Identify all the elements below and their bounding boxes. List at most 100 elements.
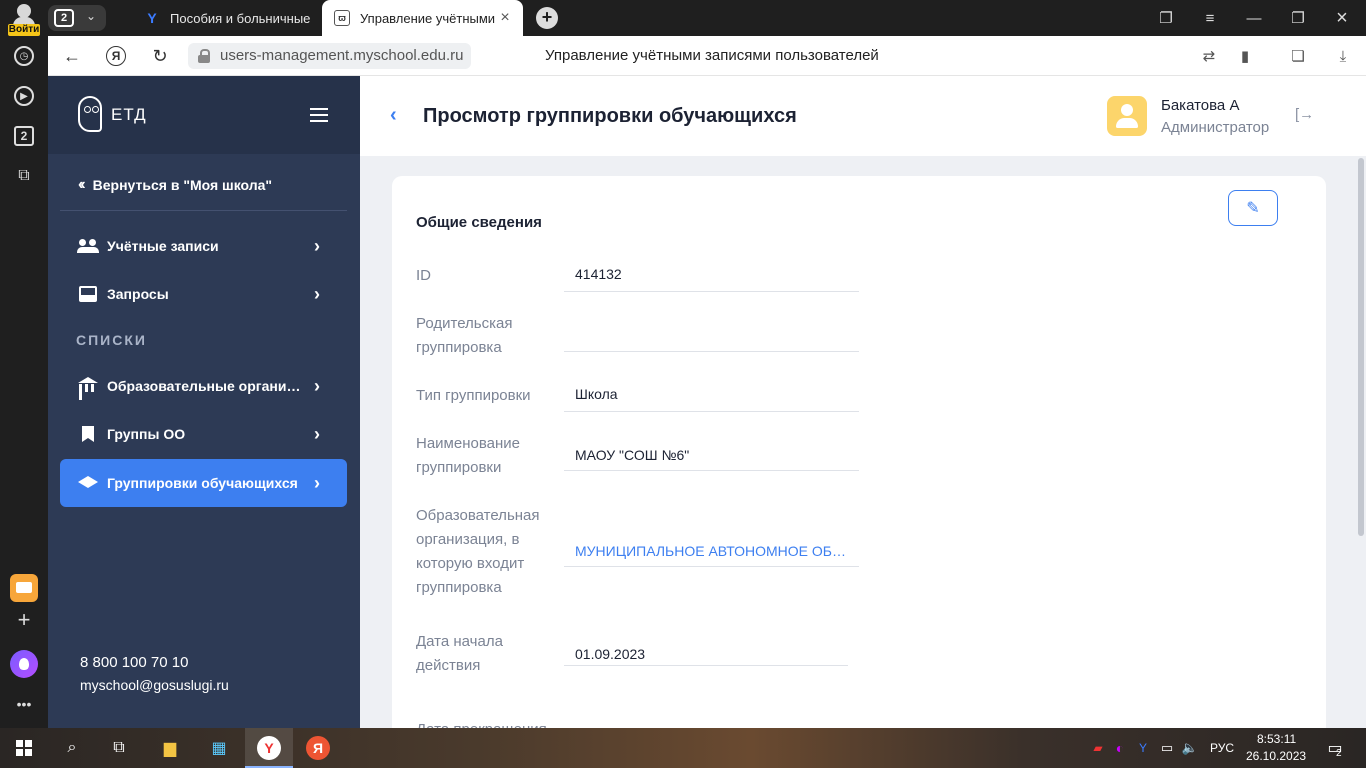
url-text: users-management.myschool.edu.ru xyxy=(220,47,464,64)
lock-icon xyxy=(198,49,210,63)
owl-favicon-icon: ϖ xyxy=(334,10,350,26)
support-email[interactable]: myschool@gosuslugi.ru xyxy=(80,677,229,693)
new-tab-button[interactable]: + xyxy=(536,7,558,29)
tab-bar: 2 ⌄ Y Пособия и больничные ϖ Управление … xyxy=(48,0,1366,36)
chevron-right-icon: › xyxy=(314,235,320,256)
field-label-end-date: Дата прекращения xyxy=(416,718,556,728)
sidebar-item-label: Запросы xyxy=(107,286,169,302)
notifications-icon[interactable]: ▭ xyxy=(1323,736,1347,760)
back-to-my-school-link[interactable]: ‹‹ Вернуться в "Моя школа" xyxy=(78,176,272,194)
user-role: Администратор xyxy=(1161,119,1270,136)
scrollbar-thumb[interactable] xyxy=(1358,158,1364,536)
field-value-parent-grouping xyxy=(564,326,859,352)
chevron-right-icon: › xyxy=(314,283,320,304)
hamburger-menu-icon[interactable] xyxy=(310,108,328,122)
tab-users-management[interactable]: ϖ Управление учётными записями пользоват… xyxy=(322,0,523,36)
add-panel-icon[interactable]: + xyxy=(12,607,36,632)
sidebar-item-org-groups[interactable]: Группы ОО › xyxy=(60,410,347,458)
tab-count-button[interactable]: 2 ⌄ xyxy=(48,5,106,31)
brand-header: ЕТД xyxy=(48,76,360,154)
bookmark-icon[interactable]: ▮ xyxy=(1233,44,1257,68)
tab-title: Управление учётными записями пользовател… xyxy=(360,10,495,26)
menu-icon[interactable]: ≡ xyxy=(1188,0,1232,36)
mail-icon[interactable] xyxy=(10,574,38,602)
sidebar-item-label: Группы ОО xyxy=(107,426,186,442)
page-title-display: Управление учётными записями пользовател… xyxy=(545,47,879,64)
close-tab-icon[interactable]: × xyxy=(495,9,515,27)
yandex-tray-icon[interactable]: Y xyxy=(1131,736,1155,760)
tab-title: Пособия и больничные xyxy=(170,10,311,26)
login-button[interactable]: Войти xyxy=(6,4,42,36)
bank-icon xyxy=(76,377,100,395)
field-label-parent-grouping: Родительская группировка xyxy=(416,315,513,356)
general-info-card: ✎ Общие сведения ID 414132 Родительская … xyxy=(392,176,1326,728)
alice-assistant-icon[interactable] xyxy=(10,650,38,678)
translate-icon[interactable]: ⇄ xyxy=(1197,44,1221,68)
yandex-app-icon[interactable]: Я xyxy=(306,736,330,760)
volume-icon[interactable]: 🔈 xyxy=(1178,736,1202,760)
yandex-favicon-icon: Y xyxy=(147,10,157,26)
field-label-id: ID xyxy=(416,267,431,284)
history-icon[interactable]: ◷ xyxy=(14,46,34,66)
back-chevron-icon[interactable]: ‹ xyxy=(390,104,397,127)
tab-benefits[interactable]: Y Пособия и больничные xyxy=(132,0,322,36)
field-value-parent-organization[interactable]: МУНИЦИПАЛЬНОЕ АВТОНОМНОЕ ОБЩЕОБРАЗОВАТЕЛ… xyxy=(564,543,859,567)
field-label-grouping-name: Наименование группировки xyxy=(416,435,520,476)
address-bar: ← Я ↻ users-management.myschool.edu.ru У… xyxy=(48,36,1366,76)
file-explorer-icon[interactable]: ▆ xyxy=(158,736,182,760)
field-value-start-date: 01.09.2023 xyxy=(564,646,848,666)
tab-count: 2 xyxy=(54,9,74,27)
logout-icon[interactable]: [→ xyxy=(1295,106,1314,123)
support-phone: 8 800 100 70 10 xyxy=(80,654,189,671)
sidebar-item-accounts[interactable]: Учётные записи › xyxy=(60,222,347,270)
divider xyxy=(60,210,347,211)
store-icon[interactable]: ▦ xyxy=(207,736,231,760)
field-value-id: 414132 xyxy=(564,266,859,292)
yandex-browser-icon[interactable]: Y xyxy=(257,736,281,760)
collections-icon[interactable]: ❏ xyxy=(1286,44,1310,68)
clock-time: 8:53:11 xyxy=(1257,732,1297,746)
close-window-icon[interactable]: × xyxy=(1320,0,1364,36)
windows-start-icon[interactable] xyxy=(16,740,32,756)
page-header: ‹ Просмотр группировки обучающихся Бакат… xyxy=(360,76,1366,156)
scrollbar[interactable] xyxy=(1356,156,1366,728)
screenshot-icon[interactable]: ⧉ xyxy=(12,164,36,188)
network-icon[interactable]: ▭ xyxy=(1155,736,1179,760)
reload-icon[interactable]: ↻ xyxy=(148,44,172,68)
user-name: Бакатова А xyxy=(1161,97,1240,114)
language-indicator[interactable]: РУС xyxy=(1210,741,1234,755)
clock-date: 26.10.2023 xyxy=(1246,749,1307,763)
minimize-icon[interactable]: — xyxy=(1232,0,1276,36)
url-field[interactable]: users-management.myschool.edu.ru xyxy=(188,43,472,69)
section-title: Общие сведения xyxy=(416,214,542,231)
back-arrow-icon[interactable]: ← xyxy=(60,44,84,68)
browser-side-rail: Войти ◷ ▶ 2 ⧉ + ••• xyxy=(0,0,48,728)
chevron-right-icon: › xyxy=(314,423,320,444)
maximize-icon[interactable]: ❐ xyxy=(1276,0,1320,36)
tray-app-icon[interactable]: ◐ xyxy=(1108,736,1132,760)
sidebar-item-student-groupings[interactable]: Группировки обучающихся › xyxy=(60,459,347,507)
inbox-icon xyxy=(76,286,100,302)
sidebar-item-organizations[interactable]: Образовательные организации › xyxy=(60,362,347,410)
download-icon[interactable]: ⤓ xyxy=(1331,44,1355,68)
field-value-grouping-name: МАОУ "СОШ №6" xyxy=(564,447,859,471)
more-icon[interactable]: ••• xyxy=(12,692,36,716)
avatar[interactable] xyxy=(1107,96,1147,136)
users-icon xyxy=(76,239,100,253)
tabs-counter-icon[interactable]: 2 xyxy=(14,126,34,146)
page-title: Просмотр группировки обучающихся xyxy=(423,105,797,127)
tabs-panel-icon[interactable]: ❐ xyxy=(1144,0,1188,36)
sidebar-item-requests[interactable]: Запросы › xyxy=(60,270,347,318)
main-content: ‹ Просмотр группировки обучающихся Бакат… xyxy=(360,76,1366,728)
back-label: Вернуться в "Моя школа" xyxy=(92,177,273,193)
search-icon[interactable]: ⌕ xyxy=(60,736,84,760)
antivirus-tray-icon[interactable]: ▰ xyxy=(1086,736,1110,760)
pencil-icon: ✎ xyxy=(1246,200,1260,217)
login-label: Войти xyxy=(8,24,40,36)
task-view-icon[interactable]: ⧉ xyxy=(107,736,131,760)
edit-button[interactable]: ✎ xyxy=(1228,190,1278,226)
yandex-icon[interactable]: Я xyxy=(106,46,126,66)
app-sidebar: ЕТД ‹‹ Вернуться в "Моя школа" Учётные з… xyxy=(48,76,360,728)
notification-count: 2 xyxy=(1336,748,1342,759)
play-icon[interactable]: ▶ xyxy=(14,86,34,106)
